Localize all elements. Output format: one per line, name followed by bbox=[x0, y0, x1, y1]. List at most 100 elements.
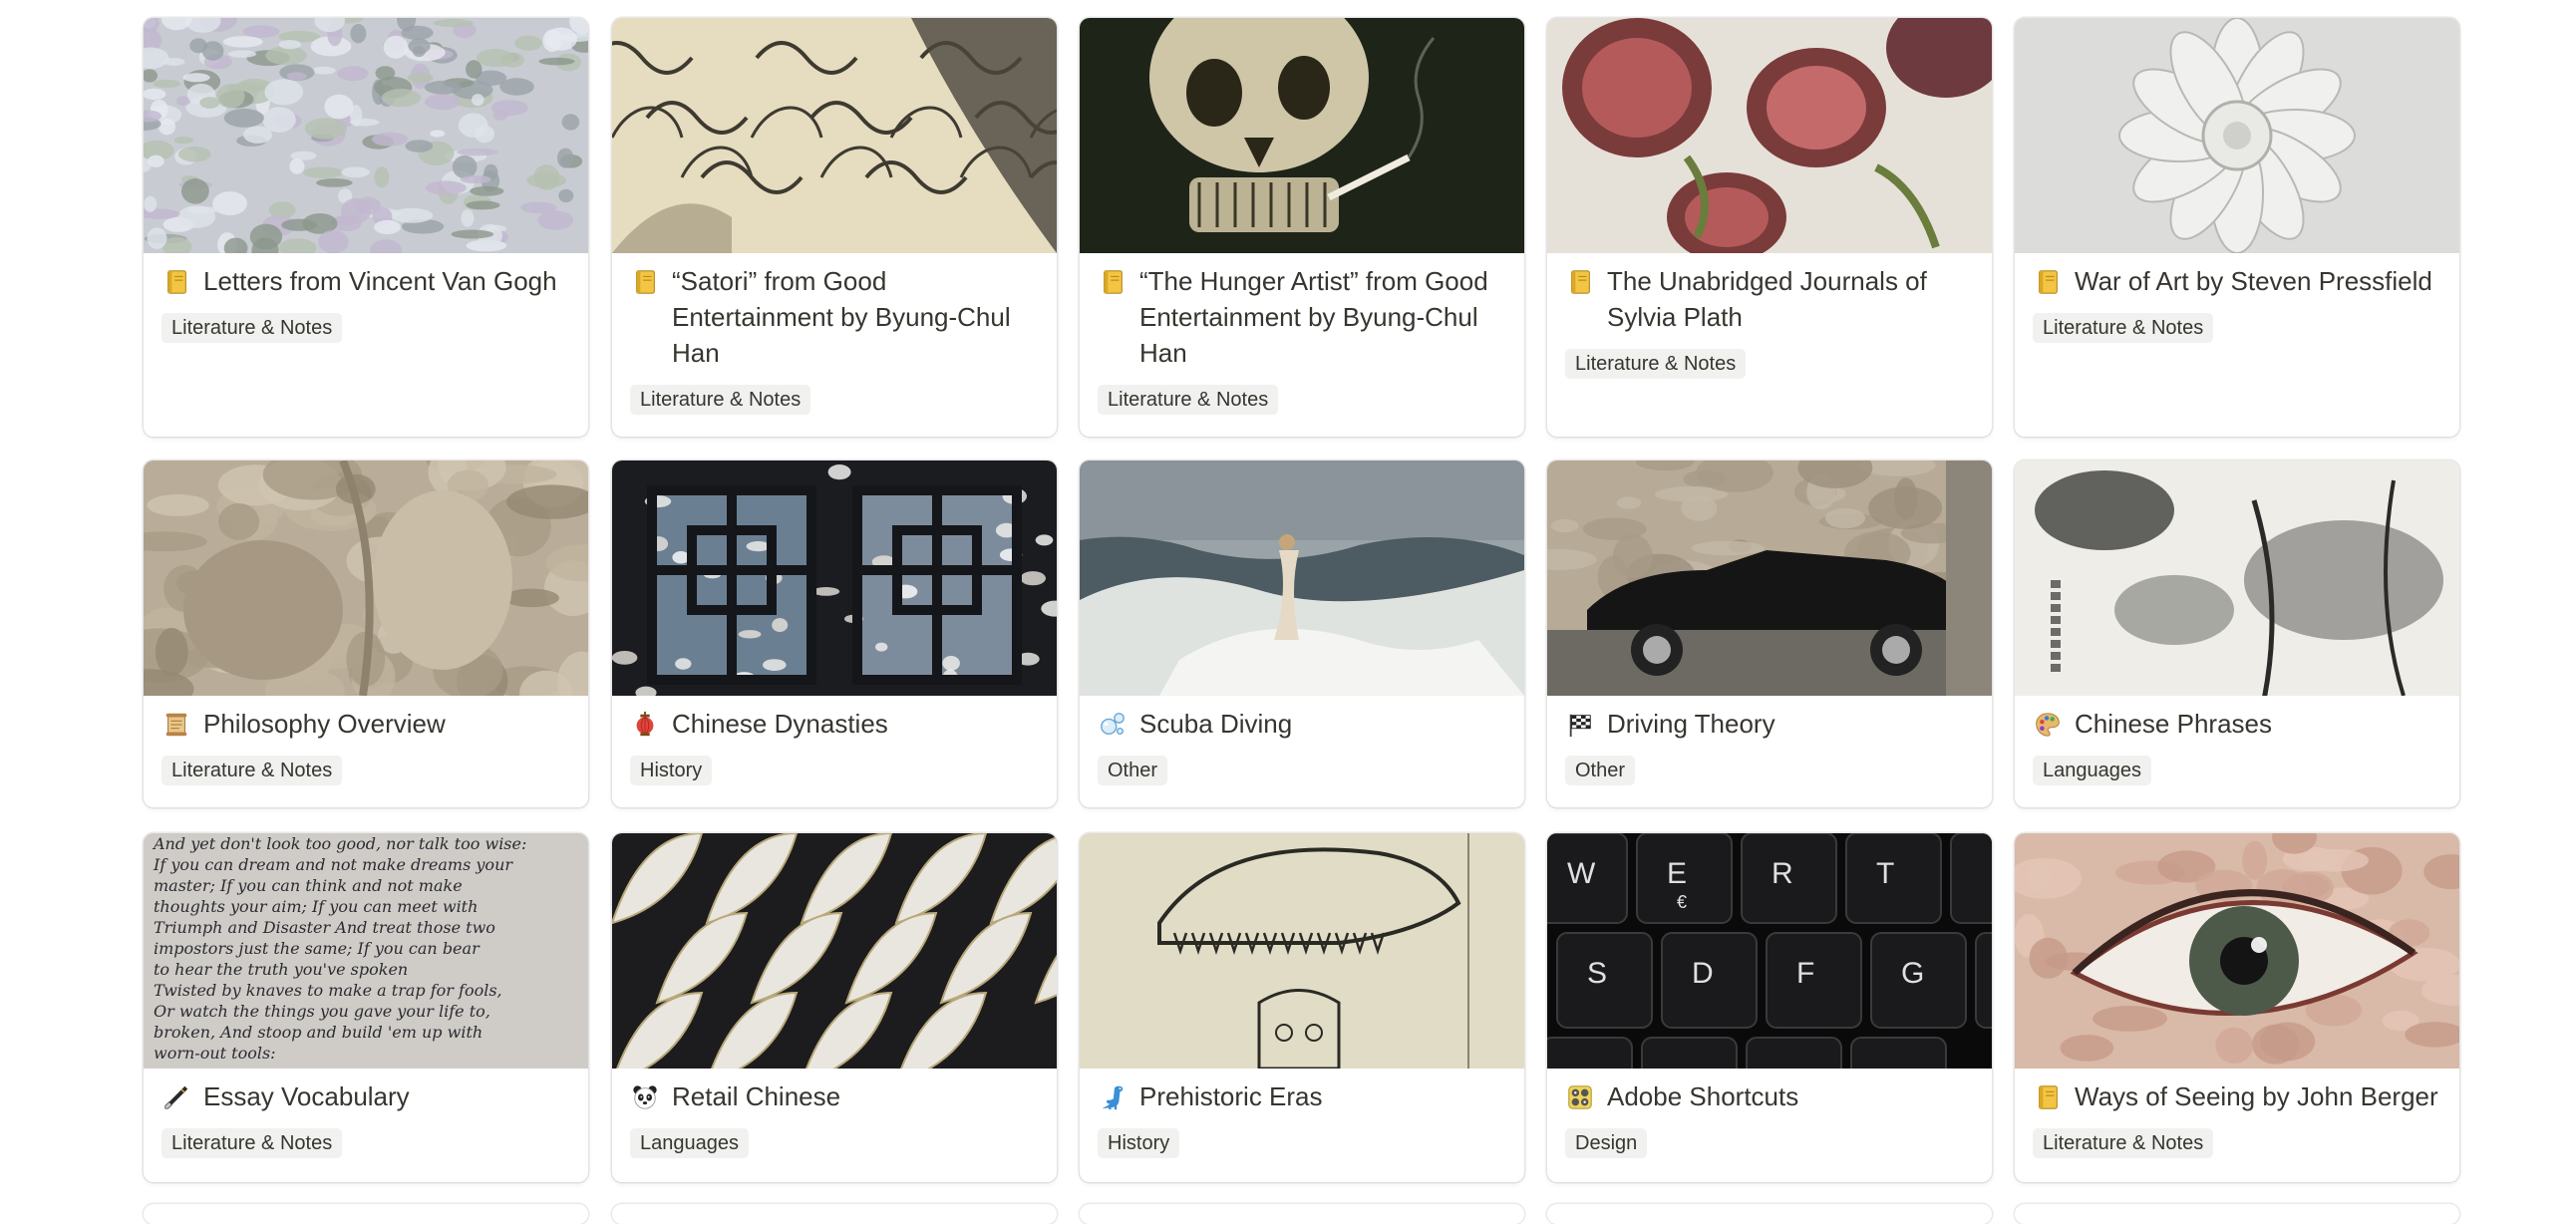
category-tag: Design bbox=[1565, 1128, 1648, 1158]
notebook-icon bbox=[2033, 1082, 2063, 1112]
card-title[interactable]: Prehistoric Eras bbox=[1139, 1078, 1323, 1114]
category-tag: Literature & Notes bbox=[2033, 1128, 2214, 1158]
notebook-icon bbox=[161, 267, 191, 297]
gallery-card[interactable]: Philosophy Overview Literature & Notes bbox=[144, 460, 588, 807]
svg-text:€: € bbox=[1677, 892, 1687, 912]
svg-text:R: R bbox=[1771, 857, 1793, 890]
card-title[interactable]: Scuba Diving bbox=[1139, 706, 1292, 742]
gallery-card[interactable]: “Satori” from Good Entertainment by Byun… bbox=[612, 18, 1057, 437]
svg-text:master; If you can think and n: master; If you can think and not make bbox=[154, 876, 463, 895]
card-cover-image bbox=[2015, 833, 2459, 1069]
fountain-pen-icon bbox=[161, 1082, 191, 1112]
gallery-card[interactable]: Chinese Dynasties History bbox=[612, 460, 1057, 807]
gallery-card[interactable]: Chinese Phrases Languages bbox=[2015, 460, 2459, 807]
category-tag: Languages bbox=[2033, 756, 2151, 785]
svg-text:impostors just the same; If yo: impostors just the same; If you can bear bbox=[154, 939, 481, 958]
svg-text:Or watch the things you gave y: Or watch the things you gave your life t… bbox=[154, 1002, 490, 1021]
card-title[interactable]: Ways of Seeing by John Berger bbox=[2075, 1078, 2438, 1114]
card-title[interactable]: The Unabridged Journals of Sylvia Plath bbox=[1607, 263, 1974, 335]
card-cover-image bbox=[612, 18, 1057, 253]
category-tag: Literature & Notes bbox=[161, 756, 343, 785]
gallery-card-partial[interactable] bbox=[2015, 1204, 2459, 1224]
category-tag: Other bbox=[1098, 756, 1168, 785]
card-cover-image: And yet don't look too good, nor talk to… bbox=[144, 833, 588, 1069]
svg-text:W: W bbox=[1567, 857, 1596, 890]
lantern-icon bbox=[630, 710, 660, 740]
control-knobs-icon bbox=[1565, 1082, 1595, 1112]
card-title[interactable]: Letters from Vincent Van Gogh bbox=[203, 263, 557, 299]
svg-text:Twisted by knaves to make a tr: Twisted by knaves to make a trap for foo… bbox=[154, 981, 502, 1000]
scroll-icon bbox=[161, 710, 191, 740]
card-title[interactable]: “Satori” from Good Entertainment by Byun… bbox=[672, 263, 1039, 371]
category-tag: Literature & Notes bbox=[1098, 385, 1279, 415]
card-title[interactable]: War of Art by Steven Pressfield bbox=[2075, 263, 2432, 299]
gallery-card[interactable]: Scuba Diving Other bbox=[1080, 460, 1524, 807]
category-tag: History bbox=[1098, 1128, 1180, 1158]
category-tag: Literature & Notes bbox=[161, 313, 343, 343]
card-title[interactable]: Chinese Phrases bbox=[2075, 706, 2272, 742]
checkered-flag-icon bbox=[1565, 710, 1595, 740]
card-cover-image bbox=[612, 833, 1057, 1069]
card-title[interactable]: Chinese Dynasties bbox=[672, 706, 888, 742]
category-tag: Languages bbox=[630, 1128, 749, 1158]
gallery-card-partial[interactable] bbox=[1080, 1204, 1524, 1224]
gallery-card[interactable]: Letters from Vincent Van Gogh Literature … bbox=[144, 18, 588, 437]
gallery-card[interactable]: Retail Chinese Languages bbox=[612, 833, 1057, 1182]
notebook-icon bbox=[1098, 267, 1127, 297]
category-tag: Literature & Notes bbox=[2033, 313, 2214, 343]
svg-text:S: S bbox=[1587, 957, 1607, 990]
notebook-icon bbox=[630, 267, 660, 297]
gallery-card[interactable]: And yet don't look too good, nor talk to… bbox=[144, 833, 588, 1182]
svg-text:If you can dream and not make: If you can dream and not make dreams you… bbox=[153, 855, 513, 874]
gallery-card[interactable]: Ways of Seeing by John Berger Literature … bbox=[2015, 833, 2459, 1182]
gallery-card[interactable]: The Unabridged Journals of Sylvia Plath L… bbox=[1547, 18, 1992, 437]
card-cover-image: W E € R T S D F G bbox=[1547, 833, 1992, 1069]
svg-text:G: G bbox=[1901, 957, 1924, 990]
card-cover-image bbox=[2015, 460, 2459, 696]
card-title[interactable]: Driving Theory bbox=[1607, 706, 1775, 742]
gallery-card-partial[interactable] bbox=[1547, 1204, 1992, 1224]
gallery-card-partial[interactable] bbox=[612, 1204, 1057, 1224]
bubbles-icon bbox=[1098, 710, 1127, 740]
svg-text:E: E bbox=[1667, 857, 1687, 890]
svg-text:T: T bbox=[1876, 857, 1894, 890]
svg-text:broken, And stoop and build 'e: broken, And stoop and build 'em up with bbox=[154, 1023, 483, 1042]
card-cover-image bbox=[1080, 460, 1524, 696]
svg-text:And yet don't look too good, n: And yet don't look too good, nor talk to… bbox=[152, 834, 526, 853]
card-title[interactable]: Retail Chinese bbox=[672, 1078, 840, 1114]
card-title[interactable]: Adobe Shortcuts bbox=[1607, 1078, 1798, 1114]
category-tag: Other bbox=[1565, 756, 1636, 785]
card-title[interactable]: Philosophy Overview bbox=[203, 706, 446, 742]
category-tag: Literature & Notes bbox=[630, 385, 811, 415]
card-cover-image bbox=[144, 460, 588, 696]
gallery-card[interactable]: War of Art by Steven Pressfield Literatur… bbox=[2015, 18, 2459, 437]
category-tag: History bbox=[630, 756, 713, 785]
dinosaur-icon bbox=[1098, 1082, 1127, 1112]
notebook-icon bbox=[1565, 267, 1595, 297]
card-title[interactable]: “The Hunger Artist” from Good Entertainm… bbox=[1139, 263, 1506, 371]
card-cover-image bbox=[612, 460, 1057, 696]
card-cover-image bbox=[1547, 18, 1992, 253]
svg-text:D: D bbox=[1692, 957, 1714, 990]
category-tag: Literature & Notes bbox=[1565, 349, 1747, 379]
svg-text:to hear the truth you've spoke: to hear the truth you've spoken bbox=[154, 960, 408, 979]
palette-icon bbox=[2033, 710, 2063, 740]
svg-text:thoughts your aim; If you can: thoughts your aim; If you can meet with bbox=[154, 897, 478, 916]
card-cover-image bbox=[144, 18, 588, 253]
gallery-card[interactable]: Prehistoric Eras History bbox=[1080, 833, 1524, 1182]
category-tag: Literature & Notes bbox=[161, 1128, 343, 1158]
card-cover-image bbox=[1080, 833, 1524, 1069]
panda-icon bbox=[630, 1082, 660, 1112]
card-cover-image bbox=[1547, 460, 1992, 696]
card-cover-image bbox=[2015, 18, 2459, 253]
notebook-icon bbox=[2033, 267, 2063, 297]
gallery-card[interactable]: Driving Theory Other bbox=[1547, 460, 1992, 807]
card-cover-image bbox=[1080, 18, 1524, 253]
svg-text:F: F bbox=[1796, 957, 1814, 990]
svg-text:Triumph and Disaster And treat: Triumph and Disaster And treat those two bbox=[154, 918, 495, 937]
svg-text:worn-out tools:: worn-out tools: bbox=[154, 1044, 276, 1063]
gallery-card[interactable]: W E € R T S D F G Adobe Shortcuts Design bbox=[1547, 833, 1992, 1182]
gallery-card-partial[interactable] bbox=[144, 1204, 588, 1224]
gallery-card[interactable]: “The Hunger Artist” from Good Entertainm… bbox=[1080, 18, 1524, 437]
card-title[interactable]: Essay Vocabulary bbox=[203, 1078, 410, 1114]
